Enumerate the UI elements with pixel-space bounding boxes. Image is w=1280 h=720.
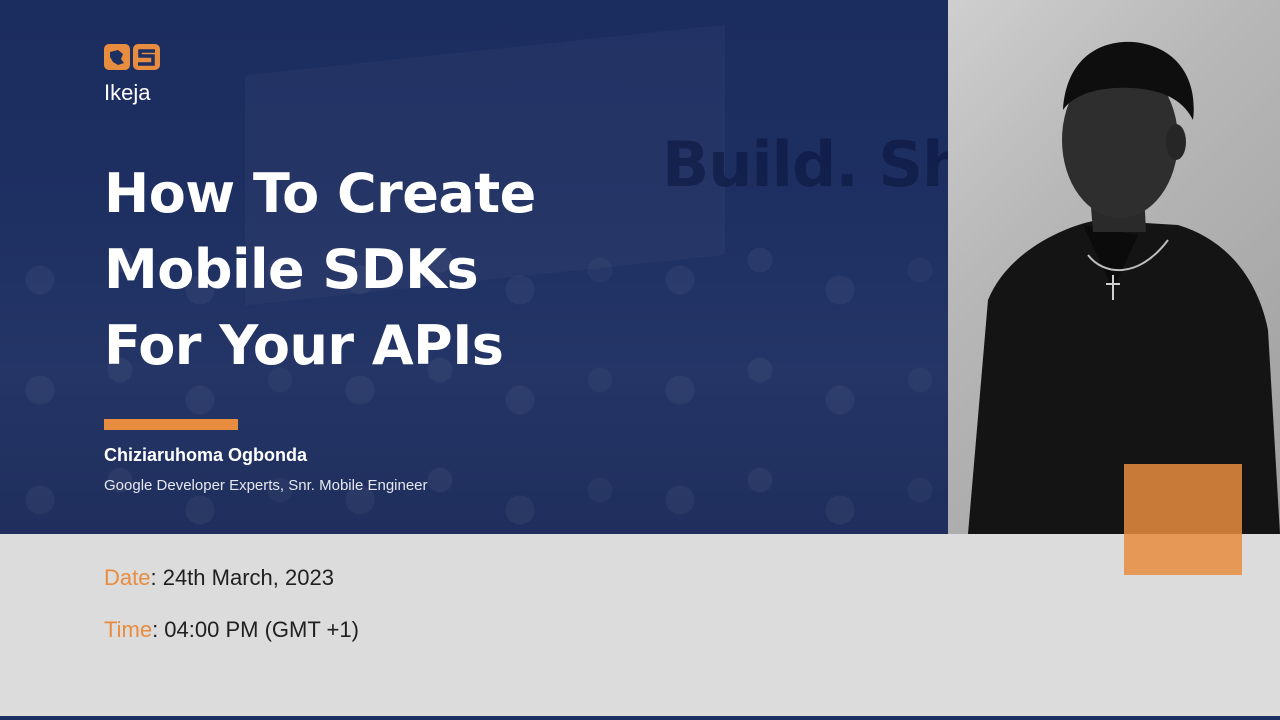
talk-title-line: How To Create bbox=[104, 162, 536, 225]
background-sign-text: Build. Sh bbox=[662, 128, 948, 201]
speaker-role: Google Developer Experts, Snr. Mobile En… bbox=[104, 477, 428, 494]
logo-icon bbox=[104, 44, 160, 70]
hero-banner: Build. Sh Ikeja How To Create Mobile SDK… bbox=[0, 0, 948, 534]
talk-title: How To Create Mobile SDKs For Your APIs bbox=[104, 156, 664, 384]
event-location: Ikeja bbox=[104, 80, 151, 105]
time-value: : 04:00 PM (GMT +1) bbox=[152, 617, 359, 642]
talk-title-line: For Your APIs bbox=[104, 314, 504, 377]
decorative-orange-square bbox=[1124, 464, 1242, 575]
event-date: Date: 24th March, 2023 bbox=[104, 565, 334, 591]
talk-title-line: Mobile SDKs bbox=[104, 238, 479, 301]
bottom-border bbox=[0, 716, 1280, 720]
time-label: Time bbox=[104, 617, 153, 642]
date-label: Date bbox=[104, 565, 151, 590]
accent-divider bbox=[104, 419, 238, 430]
speaker-photo bbox=[948, 0, 1280, 534]
speaker-name: Chiziaruhoma Ogbonda bbox=[104, 445, 308, 465]
event-time: Time: 04:00 PM (GMT +1) bbox=[104, 617, 359, 643]
date-value: : 24th March, 2023 bbox=[150, 565, 334, 590]
